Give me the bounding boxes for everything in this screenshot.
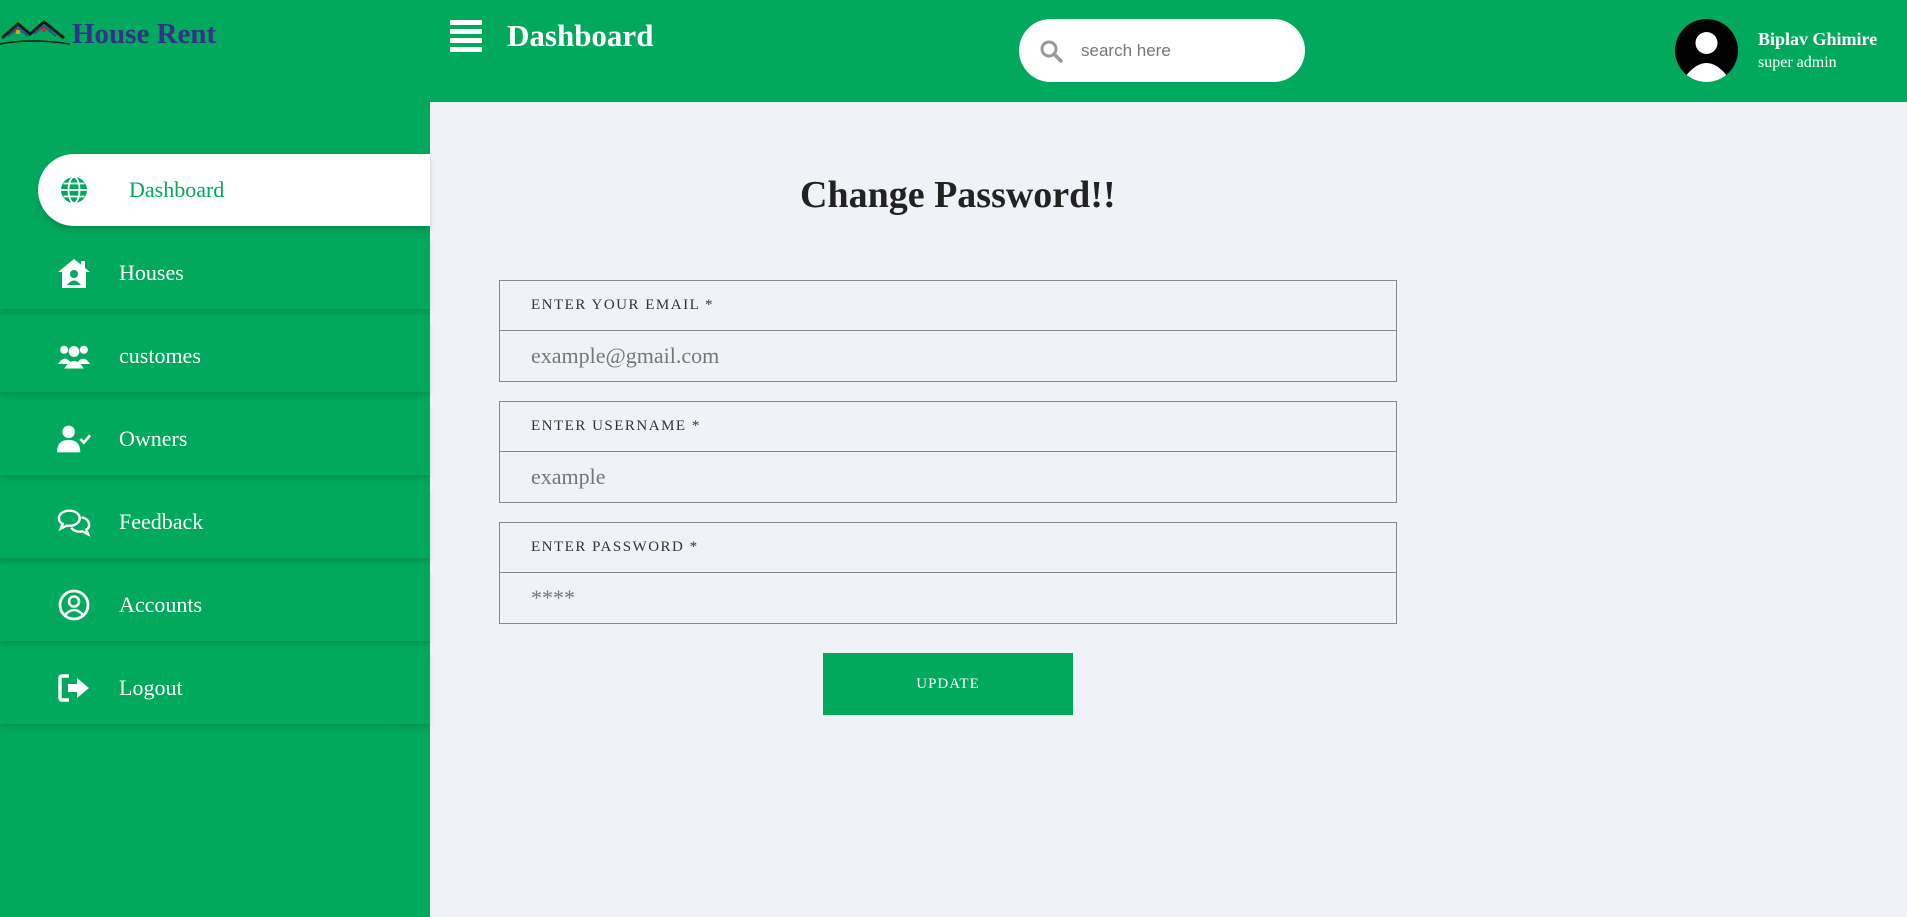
username-field[interactable] bbox=[500, 452, 1396, 502]
search-icon bbox=[1040, 40, 1063, 63]
user-check-icon bbox=[57, 422, 91, 456]
avatar[interactable] bbox=[1675, 19, 1738, 82]
sidebar-item-label: Logout bbox=[119, 675, 183, 700]
house-logo-icon bbox=[0, 20, 70, 45]
password-field-group: ENTER PASSWORD * bbox=[499, 522, 1397, 624]
sidebar-item-label: Dashboard bbox=[129, 177, 225, 202]
email-field-group: ENTER YOUR EMAIL * bbox=[499, 280, 1397, 382]
menu-toggle-icon[interactable] bbox=[450, 20, 482, 52]
username-field-group: ENTER USERNAME * bbox=[499, 401, 1397, 503]
sidebar-item-houses[interactable]: Houses bbox=[0, 237, 430, 309]
username-label: ENTER USERNAME * bbox=[500, 402, 1396, 452]
user-info: Biplav Ghimire super admin bbox=[1758, 29, 1877, 72]
sidebar-item-label: Owners bbox=[119, 426, 188, 451]
user-role: super admin bbox=[1758, 54, 1837, 71]
sidebar-item-label: Houses bbox=[119, 260, 184, 285]
sidebar-nav: Dashboard Houses customes Owners Feedbac bbox=[0, 154, 430, 735]
users-icon bbox=[57, 339, 91, 373]
sign-out-icon bbox=[57, 671, 91, 705]
search-input[interactable] bbox=[1081, 40, 1281, 61]
sidebar-item-feedback[interactable]: Feedback bbox=[0, 486, 430, 558]
sidebar: House Rent Dashboard Houses customes Own… bbox=[0, 0, 430, 917]
sidebar-item-logout[interactable]: Logout bbox=[0, 652, 430, 724]
sidebar-item-label: customes bbox=[119, 343, 201, 368]
sidebar-item-label: Feedback bbox=[119, 509, 204, 534]
user-name: Biplav Ghimire bbox=[1758, 29, 1878, 49]
brand[interactable]: House Rent bbox=[0, 14, 216, 54]
user-circle-icon bbox=[57, 588, 91, 622]
form-title: Change Password!! bbox=[800, 174, 1116, 216]
email-label: ENTER YOUR EMAIL * bbox=[500, 281, 1396, 331]
sidebar-item-owners[interactable]: Owners bbox=[0, 403, 430, 475]
sidebar-item-customes[interactable]: customes bbox=[0, 320, 430, 392]
topbar: Dashboard Biplav Ghimire super admin bbox=[430, 0, 1907, 102]
sidebar-item-accounts[interactable]: Accounts bbox=[0, 569, 430, 641]
page-title: Dashboard bbox=[507, 18, 654, 53]
password-field[interactable] bbox=[500, 573, 1396, 623]
user-profile[interactable]: Biplav Ghimire super admin bbox=[1675, 19, 1877, 82]
brand-name: House Rent bbox=[72, 17, 217, 50]
search-box[interactable] bbox=[1019, 19, 1305, 82]
update-button[interactable]: UPDATE bbox=[823, 653, 1073, 715]
house-user-icon bbox=[57, 256, 91, 290]
email-field[interactable] bbox=[500, 331, 1396, 381]
comments-icon bbox=[57, 505, 91, 539]
sidebar-item-dashboard[interactable]: Dashboard bbox=[38, 154, 430, 226]
sidebar-item-label: Accounts bbox=[119, 592, 203, 617]
password-label: ENTER PASSWORD * bbox=[500, 523, 1396, 573]
globe-icon bbox=[57, 173, 91, 207]
